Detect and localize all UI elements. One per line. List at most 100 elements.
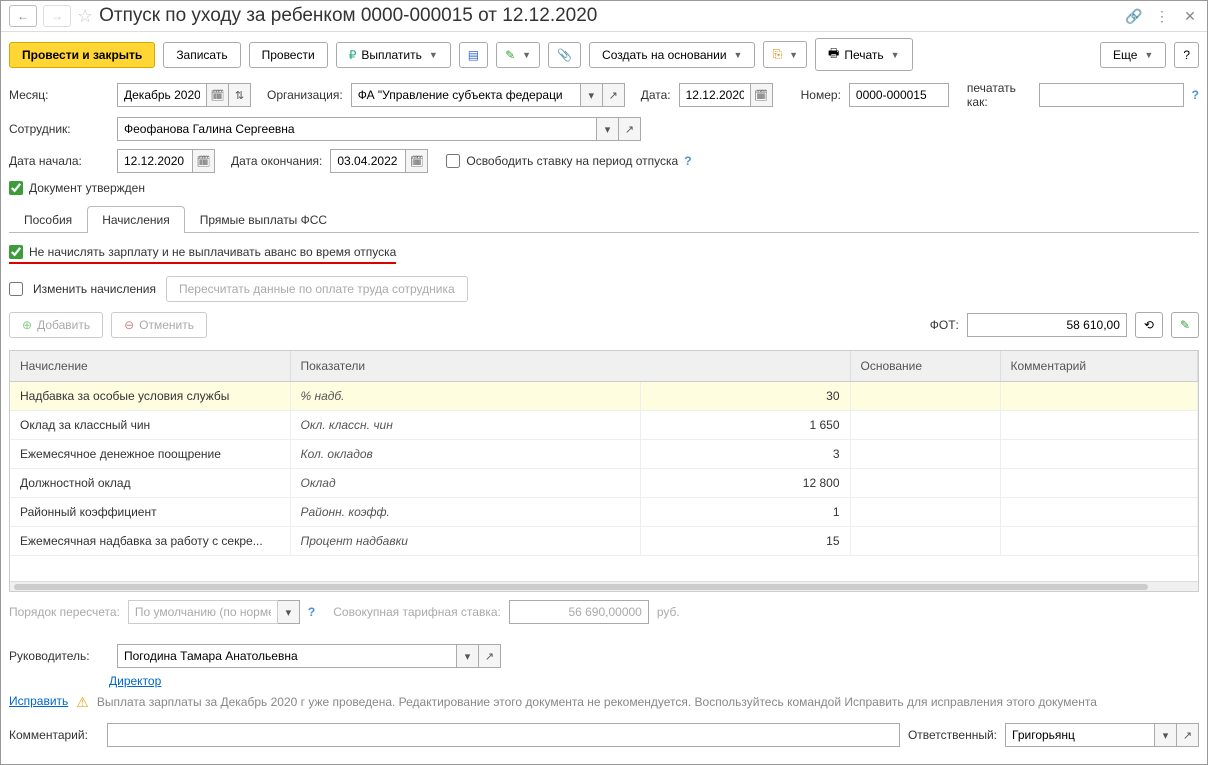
indicator-name: Районн. коэфф. [290,498,640,527]
close-icon[interactable]: ✕ [1181,7,1199,25]
indicator-value: 12 800 [640,469,850,498]
tab-benefits[interactable]: Пособия [9,206,87,233]
col-comment[interactable]: Комментарий [1000,351,1198,382]
save-button[interactable]: Записать [163,42,240,68]
org-input[interactable] [351,83,581,107]
create-based-button[interactable]: Создать на основании▼ [589,42,755,68]
recalc-button: Пересчитать данные по оплате труда сотру… [166,276,468,302]
dropdown-icon[interactable]: ▾ [597,117,619,141]
month-input[interactable] [117,83,207,107]
comment-cell [1000,498,1198,527]
refresh-icon: ⟲ [1144,318,1154,332]
basis-cell [850,411,1000,440]
fot-input[interactable] [967,313,1127,337]
add-button: ⊕ Добавить [9,312,103,338]
indicator-value: 3 [640,440,850,469]
position-link[interactable]: Директор [109,674,161,688]
nav-back-button[interactable]: ← [9,5,37,27]
release-rate-label: Освободить ставку на период отпуска [466,154,678,168]
start-date-input[interactable] [117,149,193,173]
edit-pencil-button[interactable]: ✎ [1171,312,1199,338]
calendar-icon[interactable]: 🗓 [751,83,773,107]
tab-fss[interactable]: Прямые выплаты ФСС [185,206,342,233]
table-row[interactable]: Оклад за классный чинОкл. классн. чин1 6… [10,411,1198,440]
table-row[interactable]: Надбавка за особые условия службы% надб.… [10,382,1198,411]
basis-cell [850,498,1000,527]
recalc-order-select [128,600,278,624]
favorite-star-icon[interactable]: ☆ [77,6,93,27]
fot-label: ФОТ: [930,318,959,332]
manager-input[interactable] [117,644,457,668]
help-icon[interactable]: ? [308,605,315,619]
dropdown-icon[interactable]: ▾ [581,83,603,107]
document-icon-button[interactable]: ▤ [459,42,488,68]
table-row[interactable]: Районный коэффициентРайонн. коэфф.1 [10,498,1198,527]
col-basis[interactable]: Основание [850,351,1000,382]
more-vertical-icon[interactable]: ⋮ [1153,7,1171,25]
paperclip-icon: 📎 [557,48,572,62]
help-icon[interactable]: ? [684,154,691,168]
help-icon[interactable]: ? [1192,88,1199,102]
tab-accruals[interactable]: Начисления [87,206,185,233]
horizontal-scrollbar[interactable] [10,581,1198,591]
end-date-input[interactable] [330,149,406,173]
dropdown-icon[interactable]: ▾ [457,644,479,668]
dropdown-icon[interactable]: ▾ [1155,723,1177,747]
release-rate-checkbox[interactable] [446,154,460,168]
attach-button[interactable]: 📎 [548,42,581,68]
comment-cell [1000,382,1198,411]
correct-link[interactable]: Исправить [9,694,68,708]
col-indicators[interactable]: Показатели [290,351,850,382]
basis-cell [850,527,1000,556]
comment-input[interactable] [107,723,900,747]
calendar-icon[interactable]: 🗓 [406,149,428,173]
employee-input[interactable] [117,117,597,141]
open-icon[interactable]: ↗ [619,117,641,141]
link-icon[interactable]: 🔗 [1125,7,1143,25]
indicator-name: Оклад [290,469,640,498]
basis-cell [850,469,1000,498]
no-salary-label: Не начислять зарплату и не выплачивать а… [29,245,396,259]
calendar-icon[interactable]: 🗓 [207,83,229,107]
tariff-unit: руб. [657,605,680,619]
post-and-close-button[interactable]: Провести и закрыть [9,42,155,68]
plus-icon: ⊕ [22,318,32,332]
window-title: Отпуск по уходу за ребенком 0000-000015 … [99,5,1119,27]
table-row[interactable]: Ежемесячное денежное поощрениеКол. оклад… [10,440,1198,469]
minus-icon: ⊖ [124,318,134,332]
updown-icon[interactable]: ⇅ [229,83,251,107]
tariff-input [509,600,649,624]
indicator-value: 15 [640,527,850,556]
refresh-button[interactable]: ⟲ [1135,312,1163,338]
open-icon[interactable]: ↗ [1177,723,1199,747]
approved-checkbox[interactable] [9,181,23,195]
accrual-name: Ежемесячная надбавка за работу с секре..… [10,527,290,556]
table-row[interactable]: Должностной окладОклад12 800 [10,469,1198,498]
help-button[interactable]: ? [1174,42,1199,68]
change-accruals-checkbox[interactable] [9,282,23,296]
print-button[interactable]: 🖶Печать▼ [815,38,913,71]
dropdown-icon[interactable]: ▾ [278,600,300,624]
col-accrual[interactable]: Начисление [10,351,290,382]
export-button[interactable]: ⎘▼ [763,41,807,68]
post-button[interactable]: Провести [249,42,328,68]
comment-cell [1000,469,1198,498]
pencil-icon: ✎ [1180,318,1190,332]
open-icon[interactable]: ↗ [479,644,501,668]
calendar-icon[interactable]: 🗓 [193,149,215,173]
accrual-name: Районный коэффициент [10,498,290,527]
number-input[interactable] [849,83,949,107]
pencil-green-button[interactable]: ✎▼ [496,42,540,68]
no-salary-checkbox[interactable] [9,245,23,259]
more-button[interactable]: Еще▼ [1100,42,1166,68]
responsible-input[interactable] [1005,723,1155,747]
caret-down-icon: ▼ [429,50,438,60]
nav-forward-button[interactable]: → [43,5,71,27]
pay-button[interactable]: ₽ Выплатить ▼ [336,42,451,68]
comment-cell [1000,527,1198,556]
open-icon[interactable]: ↗ [603,83,625,107]
print-as-input[interactable] [1039,83,1184,107]
indicator-name: Кол. окладов [290,440,640,469]
date-input[interactable] [679,83,751,107]
table-row[interactable]: Ежемесячная надбавка за работу с секре..… [10,527,1198,556]
